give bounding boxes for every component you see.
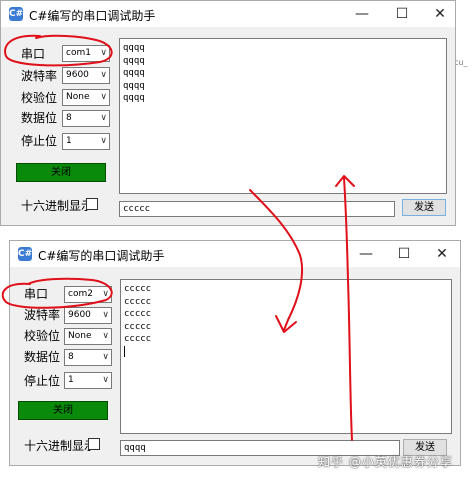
arrow-line-down <box>249 189 304 331</box>
arrow-line-up <box>343 177 353 441</box>
annotation-overlay <box>1 34 355 441</box>
highlight-circle-1 <box>4 34 113 67</box>
highlight-circle-2 <box>1 277 113 309</box>
annotation-strokes <box>1 34 355 441</box>
watermark: 知乎 @小英优惠券分享 <box>318 455 453 469</box>
